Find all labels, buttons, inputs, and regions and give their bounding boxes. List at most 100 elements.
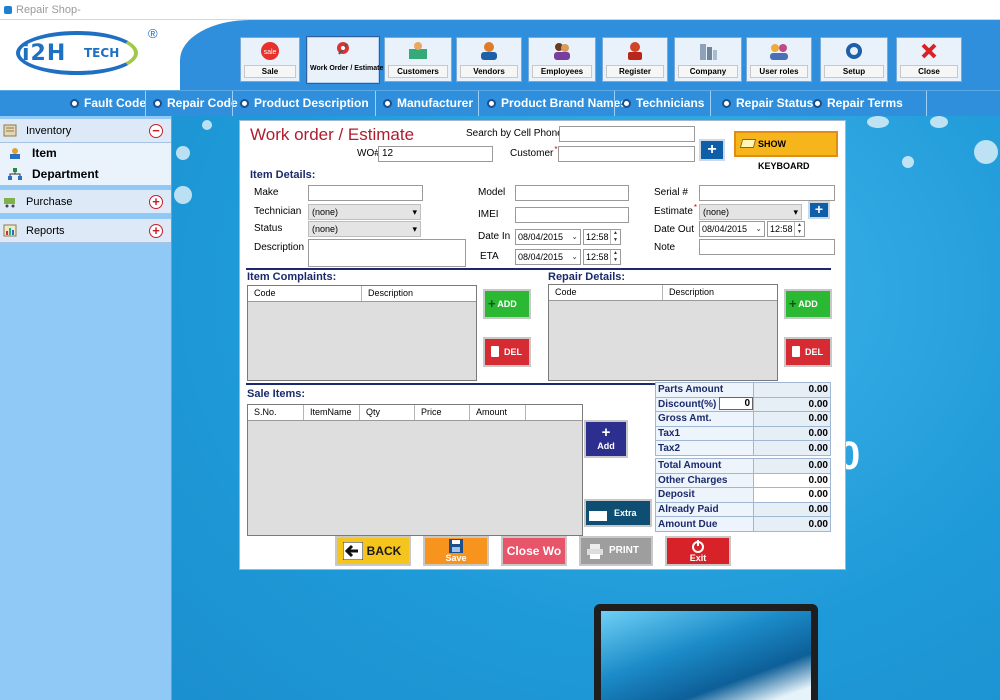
nav-repair-status[interactable]: Repair Status [722, 91, 813, 116]
customers-icon [409, 42, 427, 59]
model-input[interactable] [515, 185, 629, 201]
description-input[interactable] [308, 239, 466, 267]
spinner-icon[interactable]: ▲ ▼ [794, 222, 804, 236]
nav-fault-code[interactable]: Fault Code [70, 91, 146, 116]
column-header-description[interactable]: Description [663, 285, 777, 300]
imei-input[interactable] [515, 207, 629, 223]
sidebar-group-inventory[interactable]: Inventory − [0, 119, 171, 143]
date-out-time-picker[interactable]: 12:58 ▲ ▼ [767, 221, 805, 237]
delete-repair-button[interactable]: DEL [784, 337, 832, 367]
toolbar-vendors-button[interactable]: Vendors [456, 37, 522, 82]
estimate-select[interactable]: (none) [699, 204, 802, 220]
expand-plus-icon[interactable]: + [149, 224, 163, 238]
column-header-code[interactable]: Code [248, 286, 362, 301]
eta-time-picker[interactable]: 12:58 ▲ ▼ [583, 249, 621, 265]
toolbar-employees-label: Employees [532, 65, 592, 78]
save-button[interactable]: Save [423, 536, 489, 566]
column-header-code[interactable]: Code [549, 285, 663, 300]
add-sale-item-button[interactable]: + Add [584, 420, 628, 458]
toolbar-sale-button[interactable]: sale Sale [240, 37, 300, 82]
nav-repair-terms[interactable]: Repair Terms [813, 91, 903, 116]
toolbar-company-button[interactable]: Company [674, 37, 742, 82]
nav-product-brand-names[interactable]: Product Brand Names [487, 91, 627, 116]
add-estimate-button[interactable]: + [808, 201, 830, 219]
delete-complaint-label: DEL [504, 347, 522, 357]
toolbar-customers-button[interactable]: Customers [384, 37, 452, 82]
toolbar-customers-label: Customers [388, 65, 448, 78]
date-out-picker[interactable]: 08/04/2015 ⌄ [699, 221, 765, 237]
close-wo-button[interactable]: Close Wo [501, 536, 567, 566]
calendar-dropdown-icon: ⌄ [571, 232, 578, 241]
bubble-decoration [176, 146, 190, 160]
other-charges-label: Other Charges [655, 472, 754, 489]
sale-items-grid[interactable]: S.No. ItemName Qty Price Amount [247, 404, 583, 536]
delete-repair-label: DEL [805, 347, 823, 357]
column-header-sno[interactable]: S.No. [248, 405, 304, 420]
toolbar-user-roles-button[interactable]: User roles [746, 37, 812, 82]
sidebar-item-item[interactable]: Item [0, 143, 171, 164]
column-header-itemname[interactable]: ItemName [304, 405, 360, 420]
print-button[interactable]: PRINT [579, 536, 653, 566]
discount-percent-input[interactable]: 0 [719, 397, 753, 410]
toolbar-setup-button[interactable]: Setup [820, 37, 888, 82]
exit-button[interactable]: Exit [665, 536, 731, 566]
column-header-qty[interactable]: Qty [360, 405, 415, 420]
keyboard-icon [739, 139, 757, 148]
nav-technicians[interactable]: Technicians [622, 91, 704, 116]
sidebar-group-purchase[interactable]: Purchase + [0, 190, 171, 214]
extra-button[interactable]: Extra [584, 499, 652, 527]
date-out-label: Date Out [654, 224, 695, 235]
delete-complaint-button[interactable]: DEL [483, 337, 531, 367]
collapse-minus-icon[interactable]: − [149, 124, 163, 138]
technician-select[interactable]: (none) [308, 204, 421, 220]
customer-label: Customer [510, 148, 556, 159]
make-input[interactable] [308, 185, 423, 201]
column-header-price[interactable]: Price [415, 405, 470, 420]
plus-icon: + [601, 424, 611, 441]
add-complaint-button[interactable]: + ADD [483, 289, 531, 319]
eta-date-picker[interactable]: 08/04/2015 ⌄ [515, 249, 581, 265]
spinner-icon[interactable]: ▲ ▼ [610, 230, 620, 244]
spinner-icon[interactable]: ▲ ▼ [610, 250, 620, 264]
nav-separator [145, 91, 146, 116]
toolbar-work-order-button[interactable]: Work Order / Estimate [306, 36, 383, 84]
deposit-input[interactable]: 0.00 [753, 487, 831, 503]
nav-repair-terms-label: Repair Terms [827, 96, 903, 110]
toolbar-register-button[interactable]: Register [602, 37, 668, 82]
time-in-picker[interactable]: 12:58 ▲ ▼ [583, 229, 621, 245]
repair-details-grid[interactable]: Code Description [548, 284, 778, 381]
search-cell-phone-input[interactable] [559, 126, 695, 142]
show-keyboard-button[interactable]: SHOW KEYBOARD [734, 131, 838, 171]
toolbar-employees-button[interactable]: Employees [528, 37, 596, 82]
add-repair-button[interactable]: + ADD [784, 289, 832, 319]
complaints-grid[interactable]: Code Description [247, 285, 477, 381]
nav-repair-code[interactable]: Repair Code [153, 91, 238, 116]
back-arrow-icon [343, 542, 363, 560]
sidebar-group-reports[interactable]: Reports + [0, 219, 171, 243]
back-button[interactable]: BACK [335, 536, 411, 566]
status-select[interactable]: (none) [308, 221, 421, 237]
sidebar-item-department[interactable]: Department [0, 164, 171, 185]
sidebar-department-label: Department [32, 167, 99, 181]
app-icon [4, 6, 12, 14]
discount-value: 0.00 [753, 396, 831, 413]
column-header-description[interactable]: Description [362, 286, 476, 301]
eta-label: ETA [480, 251, 499, 262]
amount-row: Already Paid 0.00 [655, 501, 831, 518]
wo-number-input[interactable]: 12 [378, 146, 493, 162]
toolbar-close-button[interactable]: Close [896, 37, 962, 82]
expand-plus-icon[interactable]: + [149, 195, 163, 209]
nav-product-description[interactable]: Product Description [240, 91, 369, 116]
eta-time-value: 12:58 [586, 252, 609, 262]
divider [246, 268, 831, 270]
other-charges-input[interactable]: 0.00 [753, 472, 831, 489]
add-customer-button[interactable]: + [699, 139, 725, 161]
amount-row: Tax2 0.00 [655, 440, 831, 456]
column-header-amount[interactable]: Amount [470, 405, 526, 420]
nav-manufacturer[interactable]: Manufacturer [383, 91, 473, 116]
note-input[interactable] [699, 239, 835, 255]
total-amount-label: Total Amount [655, 457, 754, 474]
date-in-picker[interactable]: 08/04/2015 ⌄ [515, 229, 581, 245]
serial-input[interactable] [699, 185, 835, 201]
customer-input[interactable] [558, 146, 695, 162]
